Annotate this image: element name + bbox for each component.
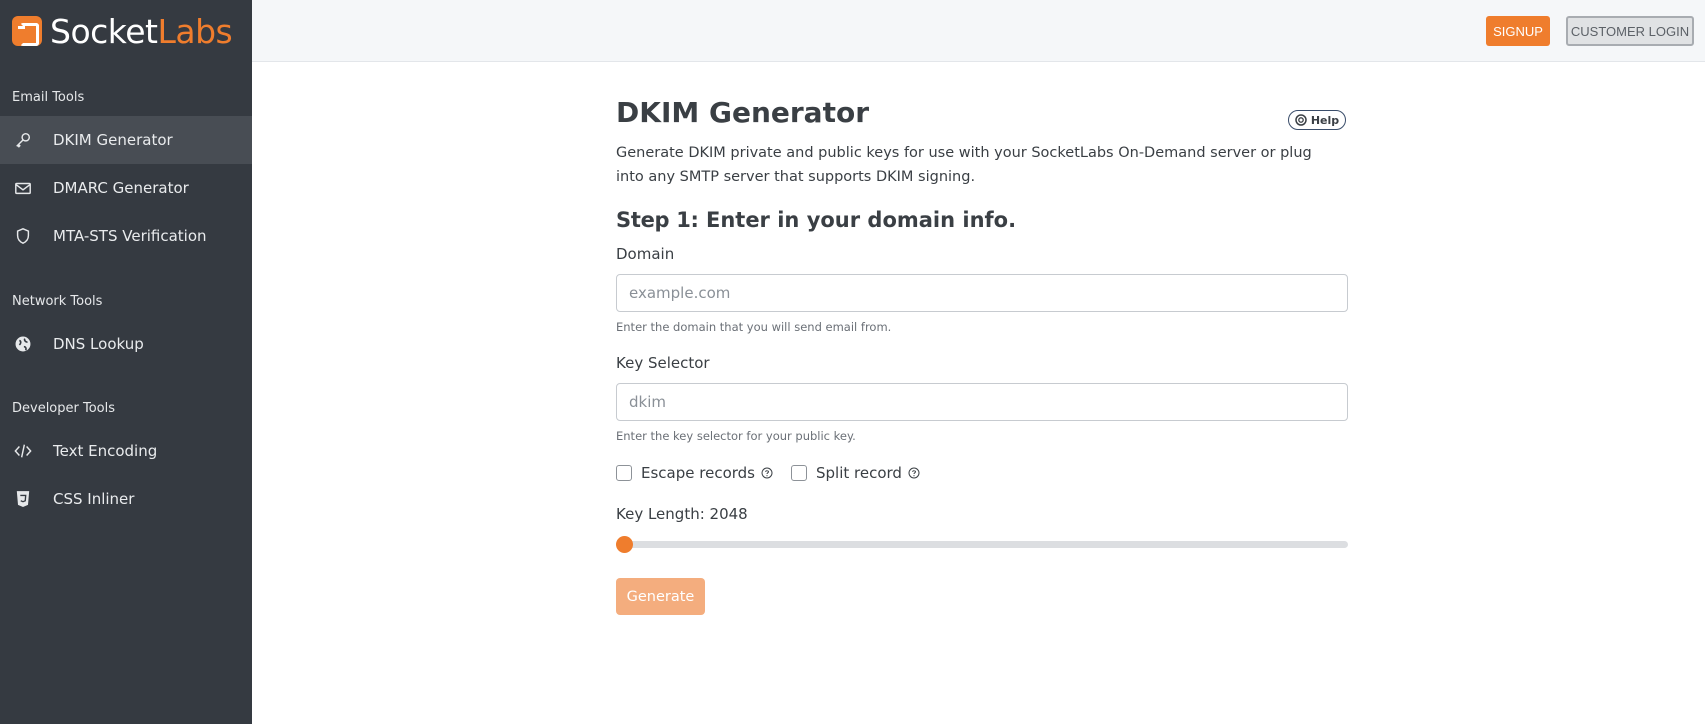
section-title-email-tools: Email Tools: [12, 90, 85, 105]
sidebar-item-dns-lookup[interactable]: DNS Lookup: [0, 320, 252, 368]
help-button[interactable]: Help: [1288, 110, 1346, 130]
step-text: Enter in your domain info.: [705, 208, 1017, 232]
sidebar-item-label: DKIM Generator: [53, 131, 173, 149]
generate-button[interactable]: Generate: [616, 578, 705, 615]
code-icon: [13, 441, 33, 461]
sidebar-item-text-encoding[interactable]: Text Encoding: [0, 427, 252, 475]
key-selector-hint: Enter the key selector for your public k…: [616, 429, 856, 443]
logo[interactable]: SocketLabs: [0, 0, 252, 62]
css3-icon: [13, 489, 33, 509]
shield-icon: [13, 226, 33, 246]
domain-hint: Enter the domain that you will send emai…: [616, 320, 892, 334]
domain-input[interactable]: [616, 274, 1348, 312]
split-record-option[interactable]: Split record: [790, 464, 920, 482]
sidebar-item-label: CSS Inliner: [53, 490, 135, 508]
split-record-label: Split record: [815, 464, 902, 482]
signup-button[interactable]: SIGNUP: [1486, 16, 1550, 46]
question-circle-icon[interactable]: [761, 467, 773, 479]
key-selector-label: Key Selector: [616, 354, 710, 372]
sidebar-item-dkim-generator[interactable]: DKIM Generator: [0, 116, 252, 164]
escape-records-checkbox[interactable]: [616, 465, 632, 481]
domain-label: Domain: [616, 245, 675, 263]
intro-text: Generate DKIM private and public keys fo…: [616, 145, 1312, 185]
slider-thumb[interactable]: [616, 536, 633, 553]
sidebar-item-label: DMARC Generator: [53, 179, 189, 197]
lifebuoy-icon: [1295, 114, 1307, 126]
customer-login-button[interactable]: CUSTOMER LOGIN: [1566, 16, 1694, 46]
sidebar-item-mta-sts-verification[interactable]: MTA-STS Verification: [0, 212, 252, 260]
options-row: Escape records Split record: [616, 464, 938, 482]
logo-mark-icon: [12, 16, 42, 46]
escape-records-label: Escape records: [641, 464, 755, 482]
sidebar-item-label: MTA-STS Verification: [53, 227, 207, 245]
key-selector-input[interactable]: [616, 383, 1348, 421]
help-label: Help: [1310, 113, 1340, 127]
globe-icon: [13, 334, 33, 354]
sidebar-item-label: DNS Lookup: [53, 335, 144, 353]
sidebar-item-dmarc-generator[interactable]: DMARC Generator: [0, 164, 252, 212]
page-title: DKIM Generator: [616, 96, 869, 129]
step-heading: Step 1: Enter in your domain info.: [616, 208, 1016, 232]
key-length-slider[interactable]: [616, 536, 1348, 553]
question-circle-icon[interactable]: [908, 467, 920, 479]
sidebar: SocketLabs Email Tools DKIM Generator DM…: [0, 0, 252, 724]
split-record-checkbox[interactable]: [790, 465, 807, 481]
sidebar-item-css-inliner[interactable]: CSS Inliner: [0, 475, 252, 523]
section-title-network-tools: Network Tools: [12, 294, 103, 309]
sidebar-item-label: Text Encoding: [53, 442, 158, 460]
key-icon: [13, 130, 33, 150]
envelope-icon: [13, 178, 33, 198]
escape-records-option[interactable]: Escape records: [616, 464, 773, 482]
logo-text: SocketLabs: [50, 11, 233, 51]
section-title-developer-tools: Developer Tools: [12, 401, 116, 416]
key-length-label: Key Length: 2048: [616, 505, 748, 523]
step-number: Step 1:: [616, 208, 699, 232]
